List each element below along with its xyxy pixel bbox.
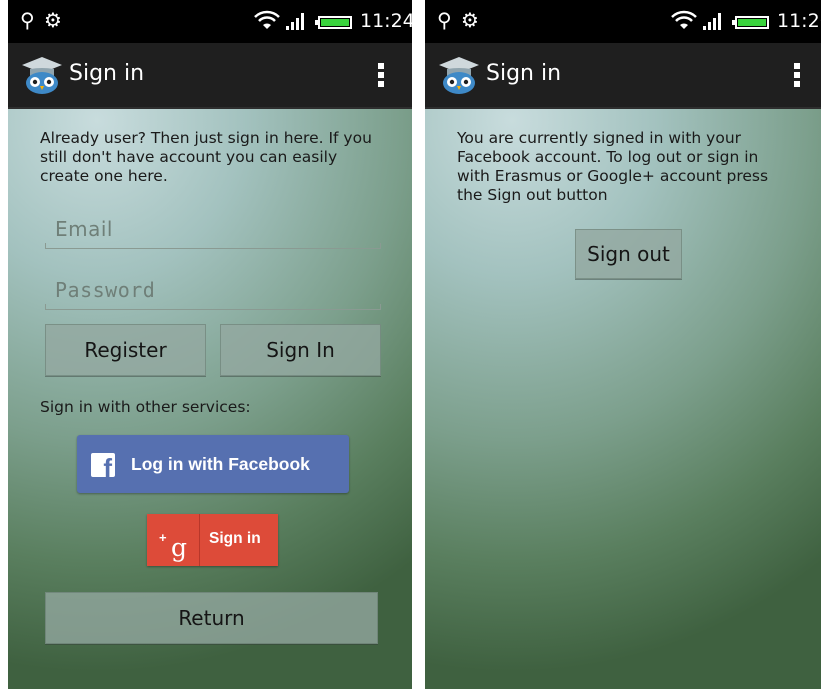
overflow-menu-icon[interactable]	[378, 63, 384, 90]
sign-in-button[interactable]: Sign In	[220, 324, 381, 376]
signal-icon	[286, 12, 308, 30]
sign-in-content: Already user? Then just sign in here. If…	[8, 109, 412, 689]
usb-icon: ⚲	[20, 8, 35, 32]
signed-in-content: You are currently signed in with your Fa…	[425, 109, 821, 689]
google-plus-icon: g +	[147, 514, 200, 566]
facebook-login-label: Log in with Facebook	[131, 454, 310, 474]
battery-icon	[732, 16, 769, 29]
status-bar: ⚲ ⚙ 11:26	[425, 0, 821, 43]
sign-out-button[interactable]: Sign out	[575, 229, 682, 279]
status-clock: 11:26	[777, 10, 821, 32]
google-plus-icon-plus: +	[159, 530, 167, 545]
other-services-label: Sign in with other services:	[40, 398, 251, 416]
status-clock: 11:24	[360, 10, 412, 32]
return-button[interactable]: Return	[45, 592, 378, 644]
google-plus-sign-in-button[interactable]: g + Sign in	[147, 514, 278, 566]
password-placeholder: Password	[55, 278, 156, 302]
left-phone-screen: ⚲ ⚙ 11:24 Sign in Already user? Then jus…	[8, 0, 412, 689]
facebook-icon: f	[91, 453, 115, 477]
android-debug-icon: ⚙	[44, 8, 62, 32]
facebook-login-button[interactable]: f Log in with Facebook	[77, 435, 349, 493]
usb-icon: ⚲	[437, 8, 452, 32]
status-bar: ⚲ ⚙ 11:24	[8, 0, 412, 43]
wifi-icon	[671, 9, 697, 35]
intro-text: Already user? Then just sign in here. If…	[40, 129, 372, 185]
signal-icon	[703, 12, 725, 30]
email-field[interactable]: Email	[45, 213, 381, 253]
graduate-owl-icon[interactable]	[435, 55, 483, 95]
action-bar: Sign in	[8, 43, 412, 109]
battery-icon	[315, 16, 352, 29]
graduate-owl-icon[interactable]	[18, 55, 66, 95]
email-placeholder: Email	[55, 217, 113, 241]
overflow-menu-icon[interactable]	[794, 63, 800, 90]
action-bar: Sign in	[425, 43, 821, 109]
right-phone-screen: ⚲ ⚙ 11:26 Sign in You are currently sign…	[425, 0, 821, 689]
action-bar-title: Sign in	[486, 61, 562, 86]
signed-in-text: You are currently signed in with your Fa…	[457, 129, 769, 204]
android-debug-icon: ⚙	[461, 8, 479, 32]
wifi-icon	[254, 9, 280, 35]
google-plus-sign-in-label: Sign in	[209, 530, 261, 547]
google-plus-icon-letter: g	[171, 533, 188, 562]
register-button[interactable]: Register	[45, 324, 206, 376]
action-bar-title: Sign in	[69, 61, 145, 86]
password-field[interactable]: Password	[45, 274, 381, 314]
